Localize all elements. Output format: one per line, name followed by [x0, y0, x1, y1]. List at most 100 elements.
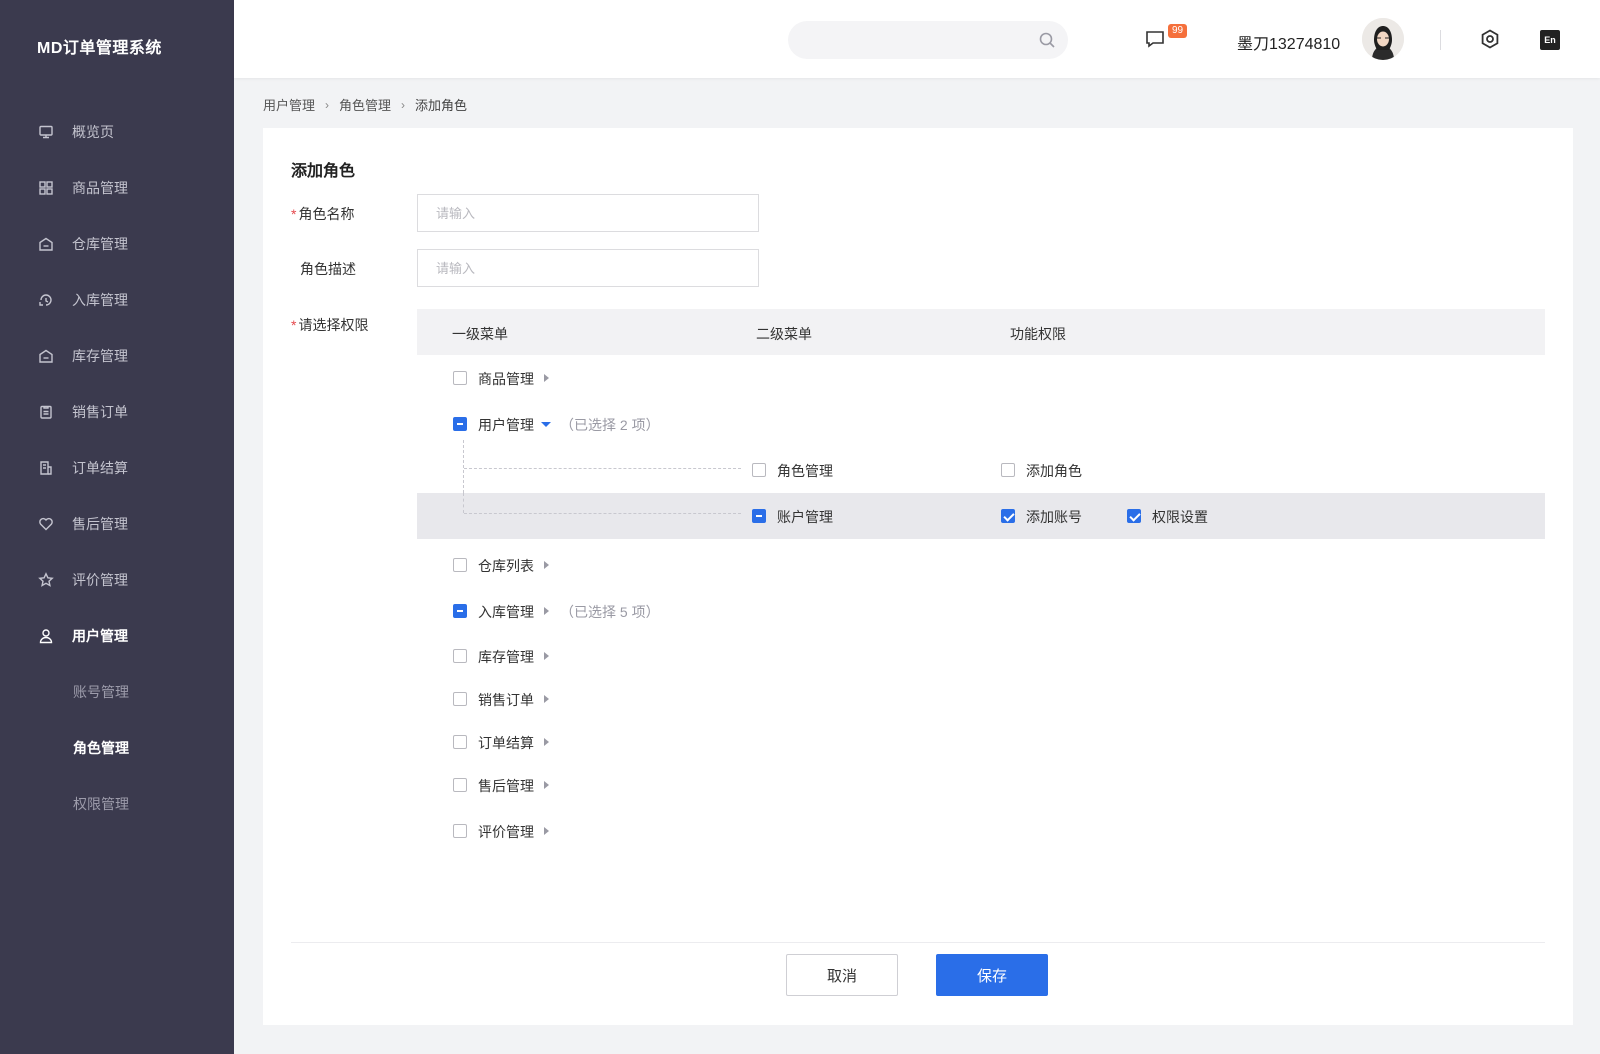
language-switch[interactable]: En: [1540, 30, 1560, 50]
function-label: 权限设置: [1152, 509, 1208, 525]
search-icon[interactable]: [1038, 31, 1056, 49]
permission-row-label: 角色管理: [777, 463, 833, 479]
column-header-functions: 功能权限: [1010, 326, 1066, 342]
expand-caret-icon[interactable]: [544, 652, 549, 660]
sidebar-subitem-permissions[interactable]: 权限管理: [0, 776, 234, 832]
cancel-button[interactable]: 取消: [786, 954, 898, 996]
checkbox[interactable]: [453, 417, 467, 431]
sidebar-item-label: 库存管理: [72, 348, 128, 364]
message-icon[interactable]: [1144, 28, 1168, 52]
monitor-icon: [38, 124, 54, 140]
role-name-label: * 角色名称: [291, 204, 354, 224]
expand-caret-icon[interactable]: [544, 695, 549, 703]
sidebar-subitem-accounts[interactable]: 账号管理: [0, 664, 234, 720]
permission-row-label: 库存管理: [478, 649, 534, 665]
permission-child-row: 账户管理 添加账号 权限设置: [417, 493, 1545, 539]
function-label: 添加角色: [1026, 463, 1082, 479]
sidebar: MD订单管理系统 概览页 商品管理 仓库管理 入库管理 库存管理 销售订单 订单…: [0, 0, 234, 1054]
username[interactable]: 墨刀13274810: [1237, 30, 1340, 54]
clipboard-icon: [38, 404, 54, 420]
checkbox[interactable]: [1127, 509, 1141, 523]
role-desc-input[interactable]: [417, 249, 759, 287]
permission-row-label: 评价管理: [478, 824, 534, 840]
avatar[interactable]: [1362, 18, 1404, 60]
header-divider: [1440, 30, 1441, 50]
breadcrumb-item[interactable]: 用户管理: [263, 95, 315, 114]
expand-caret-icon[interactable]: [544, 781, 549, 789]
sidebar-item-label: 销售订单: [72, 404, 128, 420]
permission-row-label: 订单结算: [478, 735, 534, 751]
permission-table-header: 一级菜单 二级菜单 功能权限: [417, 309, 1545, 355]
expand-caret-icon[interactable]: [544, 561, 549, 569]
sidebar-item-stock[interactable]: 库存管理: [0, 328, 234, 384]
checkbox[interactable]: [453, 371, 467, 385]
receipt-icon: [38, 460, 54, 476]
checkbox[interactable]: [453, 824, 467, 838]
sidebar-item-overview[interactable]: 概览页: [0, 104, 234, 160]
checkbox[interactable]: [453, 778, 467, 792]
checkbox[interactable]: [453, 649, 467, 663]
sidebar-item-products[interactable]: 商品管理: [0, 160, 234, 216]
permission-row-label: 账户管理: [777, 509, 833, 525]
permission-child-row: 角色管理 添加角色: [417, 447, 1545, 493]
permission-row-label: 仓库列表: [478, 558, 534, 574]
page-title: 添加角色: [291, 163, 356, 180]
required-mark: *: [291, 206, 297, 222]
user-icon: [38, 628, 54, 644]
role-name-label-text: 角色名称: [298, 206, 355, 222]
sidebar-item-label: 商品管理: [72, 180, 128, 196]
checkbox[interactable]: [453, 604, 467, 618]
checkbox[interactable]: [752, 463, 766, 477]
collapse-caret-icon[interactable]: [541, 422, 551, 427]
expand-caret-icon[interactable]: [544, 827, 549, 835]
permission-row: 用户管理 （已选择 2 项）: [417, 401, 1545, 447]
sidebar-item-sales-orders[interactable]: 销售订单: [0, 384, 234, 440]
expand-caret-icon[interactable]: [544, 738, 549, 746]
topbar: 99 墨刀13274810 En: [234, 0, 1600, 78]
permission-row-label: 销售订单: [478, 692, 534, 708]
tree-connector: [464, 513, 741, 514]
sidebar-item-settlement[interactable]: 订单结算: [0, 440, 234, 496]
expand-caret-icon[interactable]: [544, 374, 549, 382]
search-input[interactable]: [788, 21, 1068, 59]
sidebar-subitem-roles[interactable]: 角色管理: [0, 720, 234, 776]
permission-row-label: 用户管理: [478, 417, 534, 433]
sidebar-item-label: 用户管理: [72, 628, 128, 644]
sidebar-item-label: 入库管理: [72, 292, 128, 308]
permission-row: 订单结算: [417, 719, 1545, 765]
star-icon: [38, 572, 54, 588]
sidebar-item-reviews[interactable]: 评价管理: [0, 552, 234, 608]
sidebar-item-after-sales[interactable]: 售后管理: [0, 496, 234, 552]
expand-caret-icon[interactable]: [544, 607, 549, 615]
sidebar-item-users[interactable]: 用户管理: [0, 608, 234, 664]
app-title: MD订单管理系统: [37, 40, 162, 57]
sidebar-item-label: 订单结算: [72, 460, 128, 476]
checkbox[interactable]: [752, 509, 766, 523]
sidebar-item-label: 售后管理: [72, 516, 128, 532]
checkbox[interactable]: [453, 735, 467, 749]
breadcrumb-separator-icon: ›: [401, 97, 406, 112]
sidebar-item-inbound[interactable]: 入库管理: [0, 272, 234, 328]
checkbox[interactable]: [1001, 509, 1015, 523]
sidebar-item-warehouse[interactable]: 仓库管理: [0, 216, 234, 272]
permission-row-label: 入库管理: [478, 604, 534, 620]
breadcrumb-item[interactable]: 角色管理: [339, 95, 391, 114]
permission-row: 评价管理: [417, 808, 1545, 854]
required-mark: *: [291, 317, 297, 333]
stock-icon: [38, 348, 54, 364]
warehouse-icon: [38, 236, 54, 252]
role-name-input[interactable]: [417, 194, 759, 232]
settings-icon[interactable]: [1479, 28, 1501, 50]
inbound-icon: [38, 292, 54, 308]
checkbox[interactable]: [1001, 463, 1015, 477]
permission-row: 入库管理 （已选择 5 项）: [417, 588, 1545, 634]
permission-row-label: 售后管理: [478, 778, 534, 794]
sidebar-item-label: 仓库管理: [72, 236, 128, 252]
sidebar-item-label: 评价管理: [72, 572, 128, 588]
role-desc-label: 角色描述: [300, 261, 356, 277]
checkbox[interactable]: [453, 692, 467, 706]
save-button[interactable]: 保存: [936, 954, 1048, 996]
checkbox[interactable]: [453, 558, 467, 572]
permission-row: 仓库列表: [417, 542, 1545, 588]
permission-row: 销售订单: [417, 676, 1545, 722]
